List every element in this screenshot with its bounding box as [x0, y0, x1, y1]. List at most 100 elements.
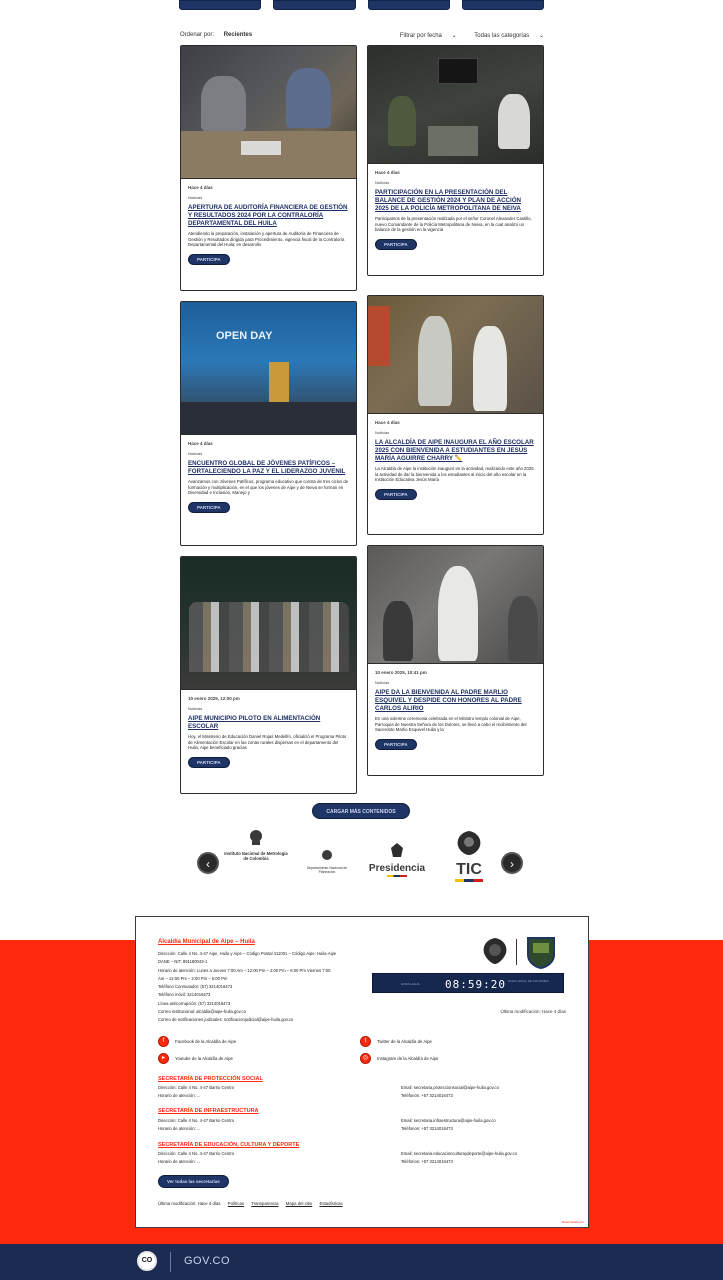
social-link-label: Facebook de la Alcaldía de Aipe [175, 1039, 237, 1044]
twitter-icon: t [360, 1036, 371, 1047]
news-image[interactable] [181, 46, 356, 179]
partner-logo-name: Instituto Nacional de Metrología de Colo… [224, 851, 288, 861]
section-phone: Teléfonos: +57 3214016473 [401, 1126, 453, 1131]
footer-title: Alcaldía Municipal de Aipe – Huila [158, 939, 255, 945]
footer-contact-info: Dirección: Calle 4 No. 4-47 Aipe, Huila … [158, 950, 408, 1025]
news-card[interactable]: Hace 4 días Noticias LA ALCALDÍA DE AIPE… [367, 295, 544, 535]
news-image[interactable]: OPEN DAY [181, 302, 356, 435]
participate-button[interactable]: PARTICIPA [188, 756, 230, 768]
card-title[interactable]: ENCUENTRO GLOBAL DE JÓVENES PATÍFICOS – … [188, 460, 349, 476]
social-link-label: Instagram de la Alcaldía de Aipe [377, 1056, 439, 1061]
youtube-icon: ▸ [158, 1053, 169, 1064]
chevron-down-icon: ⌄ [538, 33, 544, 39]
card-body: Hace 4 días Noticias PARTICIPACIÓN EN LA… [368, 164, 543, 257]
news-card[interactable]: 10 enero 2025, 12:00 pm Noticias AIPE MU… [180, 556, 357, 794]
footer-line: DANE – NIT: 891180043-1 [158, 959, 208, 965]
card-date: 10 enero 2025, 10:41 pm [375, 670, 427, 675]
card-date: Hace 4 días [188, 185, 213, 190]
card-category: Noticias [375, 680, 390, 685]
sort-bar: Ordenar por: Recientes Filtrar por fecha… [180, 30, 544, 42]
card-body: Hace 4 días Noticias ENCUENTRO GLOBAL DE… [181, 435, 356, 520]
section-email[interactable]: Email: secretaria.infraestructura@aipe-h… [401, 1117, 496, 1125]
social-link[interactable]: ◎ Instagram de la Alcaldía de Aipe [360, 1053, 438, 1064]
filter-date-dropdown[interactable]: Filtrar por fecha ⌄ [392, 33, 457, 39]
news-image[interactable] [368, 46, 543, 164]
footer-link-transparency[interactable]: Transparencia [251, 1201, 278, 1206]
banner-text-graphic: OPEN DAY [216, 330, 273, 342]
card-description: Participamos de la presentación realizad… [375, 216, 532, 233]
card-body: 10 enero 2025, 12:00 pm Noticias AIPE MU… [181, 690, 356, 775]
card-category: Noticias [188, 195, 203, 200]
partner-logo[interactable]: Presidencia [363, 842, 431, 877]
card-title[interactable]: AIPE MUNICIPIO PILOTO EN ALIMENTACIÓN ES… [188, 715, 349, 731]
news-image[interactable] [181, 557, 356, 690]
news-card[interactable]: OPEN DAY Hace 4 días Noticias ENCUENTRO … [180, 301, 357, 546]
card-title[interactable]: LA ALCALDÍA DE AIPE INAUGURA EL AÑO ESCO… [375, 439, 536, 463]
social-link[interactable]: t Twitter de la Alcaldía de Aipe [360, 1036, 432, 1047]
section-title: SECRETARÍA DE PROTECCIÓN SOCIAL [158, 1076, 263, 1082]
footer-line[interactable]: Correo de notificaciones judiciales: not… [158, 1016, 408, 1024]
seal-icon [250, 830, 262, 845]
top-tab[interactable] [179, 0, 262, 10]
news-card[interactable]: Hace 4 días Noticias PARTICIPACIÓN EN LA… [367, 45, 544, 276]
social-link[interactable]: ▸ Youtube de la Alcaldía de Aipe [158, 1053, 233, 1064]
clock-label-right: HORA LEGAL DE COLOMBIA [508, 979, 549, 983]
card-date: Hace 4 días [375, 170, 400, 175]
footer-link-policies[interactable]: Políticas [228, 1201, 244, 1206]
news-image[interactable] [368, 546, 543, 664]
filter-controls: Filtrar por fecha ⌄ Todas las categorías… [384, 32, 544, 39]
participate-button[interactable]: PARTICIPA [375, 488, 417, 500]
all-secretariats-button[interactable]: Ver todas las secretarías [158, 1175, 229, 1188]
developer-credit[interactable]: Desarrollado por [562, 1220, 584, 1224]
participate-button[interactable]: PARTICIPA [188, 501, 230, 513]
last-updated: Última modificación: Hace 4 días [500, 1009, 566, 1014]
card-title[interactable]: AIPE DA LA BIENVENIDA AL PADRE MARLIO ES… [375, 689, 536, 713]
section-title: SECRETARÍA DE EDUCACIÓN, CULTURA Y DEPOR… [158, 1142, 300, 1148]
order-control[interactable]: Ordenar por: Recientes [180, 32, 252, 38]
section-title: SECRETARÍA DE INFRAESTRUCTURA [158, 1108, 259, 1114]
section-email[interactable]: Email: secretaria.proteccionsocial@aipe-… [401, 1084, 499, 1092]
gov-co-link[interactable]: GOV.CO [184, 1255, 230, 1267]
footer-line[interactable]: Correo institucional: alcaldia@aipe-huil… [158, 1008, 408, 1016]
carousel-prev-button[interactable]: ‹ [197, 852, 219, 874]
footer-link-statistics[interactable]: Estadísticas [319, 1201, 342, 1206]
filter-category-dropdown[interactable]: Todas las categorías ⌄ [466, 33, 544, 39]
carousel-next-button[interactable]: › [501, 852, 523, 874]
seal-icon [322, 850, 332, 860]
card-title[interactable]: PARTICIPACIÓN EN LA PRESENTACIÓN DEL BAL… [375, 189, 536, 213]
top-tab[interactable] [273, 0, 356, 10]
card-description: Avanzamos con Jóvenes Patíficos, program… [188, 479, 349, 496]
card-category: Noticias [188, 451, 203, 456]
card-date: Hace 4 días [375, 420, 400, 425]
seal-icon [457, 831, 481, 855]
card-body: Hace 4 días Noticias APERTURA DE AUDITOR… [181, 179, 356, 272]
top-tab[interactable] [367, 0, 450, 10]
card-category: Noticias [188, 706, 203, 711]
card-category: Noticias [375, 180, 390, 185]
news-image[interactable] [368, 296, 543, 414]
top-tab[interactable] [461, 0, 544, 10]
card-date: Hace 4 días [188, 441, 213, 446]
partner-logo[interactable]: TIC [449, 830, 489, 882]
partner-logo[interactable]: Instituto Nacional de Metrología de Colo… [223, 828, 289, 861]
co-logo-icon[interactable]: CO [137, 1251, 157, 1271]
participate-button[interactable]: PARTICIPA [375, 738, 417, 750]
load-more-button[interactable]: CARGAR MÁS CONTENIDOS [312, 803, 410, 819]
section-email[interactable]: Email: secretaria.educacionculturaydepor… [401, 1150, 517, 1158]
footer-link-sitemap[interactable]: Mapa del sitio [286, 1201, 313, 1206]
seal-icon [391, 843, 403, 857]
partner-carousel: ‹ Instituto Nacional de Metrología de Co… [195, 828, 527, 898]
participate-button[interactable]: PARTICIPA [188, 253, 230, 265]
instagram-icon: ◎ [360, 1053, 371, 1064]
news-card[interactable]: Hace 4 días Noticias APERTURA DE AUDITOR… [180, 45, 357, 291]
partner-logo[interactable]: Departamento Nacional de Planeación [299, 848, 355, 874]
social-link-label: Youtube de la Alcaldía de Aipe [175, 1056, 233, 1061]
participate-button[interactable]: PARTICIPA [375, 238, 417, 250]
section-address: Dirección: Calle 4 No. 4-47 Barrio Centr… [158, 1151, 235, 1156]
social-link[interactable]: f Facebook de la Alcaldía de Aipe [158, 1036, 236, 1047]
legal-time-clock: HORA LEGAL 08:59:20 HORA LEGAL DE COLOMB… [372, 973, 564, 993]
footer-line: Teléfono móvil: 3214016473 [158, 992, 211, 998]
card-title[interactable]: APERTURA DE AUDITORÍA FINANCIERA DE GEST… [188, 204, 349, 228]
order-value[interactable]: Recientes [224, 32, 252, 38]
news-card[interactable]: 10 enero 2025, 10:41 pm Noticias AIPE DA… [367, 545, 544, 776]
